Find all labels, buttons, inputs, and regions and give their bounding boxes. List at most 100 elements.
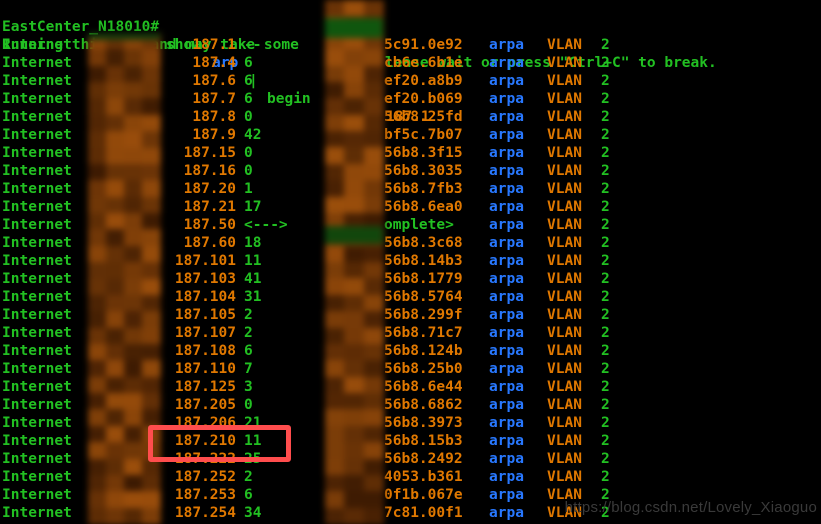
cell-vlan-id: 2: [601, 127, 610, 143]
cell-mac-address: cb6e.6b1e: [384, 55, 463, 71]
cell-interface: VLAN: [547, 271, 582, 287]
cell-ip-address: 187.101: [174, 253, 236, 269]
cell-interface: VLAN: [547, 433, 582, 449]
cell-interface: VLAN: [547, 361, 582, 377]
cell-mac-address: 56b8.6862: [384, 397, 463, 413]
cell-type: arpa: [489, 361, 524, 377]
cell-vlan-id: 2: [601, 451, 610, 467]
cell-age: 2: [244, 325, 253, 341]
table-row: Internet 187.107 2 56b8.71c7 arpa VLAN 2: [0, 324, 821, 342]
cell-vlan-id: 2: [601, 37, 610, 53]
cell-protocol: Internet: [2, 55, 72, 71]
cell-mac-address: 56b8.7fb3: [384, 181, 463, 197]
cell-protocol: Internet: [2, 343, 72, 359]
table-row: Internet 187.20 1 56b8.7fb3 arpa VLAN 2: [0, 180, 821, 198]
cell-protocol: Internet: [2, 37, 72, 53]
cell-interface: VLAN: [547, 181, 582, 197]
cell-interface: VLAN: [547, 217, 582, 233]
cell-vlan-id: 2: [601, 217, 610, 233]
table-row: Internet 187.222 25 56b8.2492 arpa VLAN 2: [0, 450, 821, 468]
cell-mac-address: 56b8.3035: [384, 163, 463, 179]
table-row: Internet 187.4 6 cb6e.6b1e arpa VLAN 2: [0, 54, 821, 72]
cell-vlan-id: 2: [601, 109, 610, 125]
cell-protocol: Internet: [2, 163, 72, 179]
cell-protocol: Internet: [2, 253, 72, 269]
cell-ip-address: 187.253: [174, 487, 236, 503]
cell-mac-address: 56b8.3f15: [384, 145, 463, 161]
cell-vlan-id: 2: [601, 73, 610, 89]
cell-ip-address: 187.1: [192, 37, 236, 53]
cell-mac-address: 56b8.299f: [384, 307, 463, 323]
cell-vlan-id: 2: [601, 415, 610, 431]
cell-type: arpa: [489, 451, 524, 467]
cell-ip-address: 187.60: [183, 235, 236, 251]
table-row: Internet 187.50 <---> omplete> arpa VLAN 2: [0, 216, 821, 234]
cell-interface: VLAN: [547, 379, 582, 395]
cell-age: 0: [244, 109, 253, 125]
cell-protocol: Internet: [2, 469, 72, 485]
cell-protocol: Internet: [2, 487, 72, 503]
cell-vlan-id: 2: [601, 145, 610, 161]
cell-mac-address: bf5c.7b07: [384, 127, 463, 143]
cell-vlan-id: 2: [601, 271, 610, 287]
cell-mac-address: 56b8.3c68: [384, 235, 463, 251]
cell-mac-address: 0f1b.067e: [384, 487, 463, 503]
cell-mac-address: 56b8.25b0: [384, 361, 463, 377]
cell-type: arpa: [489, 343, 524, 359]
cell-ip-address: 187.9: [192, 127, 236, 143]
cell-interface: VLAN: [547, 325, 582, 341]
highlight-rectangle: [148, 425, 291, 462]
cell-mac-address: 56b8.14b3: [384, 253, 463, 269]
cell-ip-address: 187.205: [174, 397, 236, 413]
cell-vlan-id: 2: [601, 379, 610, 395]
table-row: Internet 187.8 0 56b8.25fd arpa VLAN 2: [0, 108, 821, 126]
cell-protocol: Internet: [2, 235, 72, 251]
cell-protocol: Internet: [2, 91, 72, 107]
cell-age: 11: [244, 253, 262, 269]
cell-type: arpa: [489, 397, 524, 413]
cell-protocol: Internet: [2, 199, 72, 215]
cell-mac-address: 56b8.6e44: [384, 379, 463, 395]
cell-protocol: Internet: [2, 271, 72, 287]
cell-protocol: Internet: [2, 73, 72, 89]
cell-protocol: Internet: [2, 127, 72, 143]
cell-type: arpa: [489, 379, 524, 395]
cell-type: arpa: [489, 289, 524, 305]
cell-vlan-id: 2: [601, 199, 610, 215]
cell-vlan-id: 2: [601, 397, 610, 413]
cell-age: 2: [244, 307, 253, 323]
cell-vlan-id: 2: [601, 307, 610, 323]
cell-type: arpa: [489, 55, 524, 71]
table-row: Internet 187.125 3 56b8.6e44 arpa VLAN 2: [0, 378, 821, 396]
cell-ip-address: 187.107: [174, 325, 236, 341]
table-row: Internet 187.110 7 56b8.25b0 arpa VLAN 2: [0, 360, 821, 378]
cell-interface: VLAN: [547, 397, 582, 413]
cell-vlan-id: 2: [601, 289, 610, 305]
cell-protocol: Internet: [2, 109, 72, 125]
notice-line: Running this command may take some lease…: [0, 18, 821, 71]
cell-interface: VLAN: [547, 91, 582, 107]
cell-age: 0: [244, 397, 253, 413]
cell-vlan-id: 2: [601, 253, 610, 269]
cell-type: arpa: [489, 109, 524, 125]
cell-mac-address: 56b8.5764: [384, 289, 463, 305]
cell-interface: VLAN: [547, 37, 582, 53]
cell-type: arpa: [489, 505, 524, 521]
cell-mac-address: 7c81.00f1: [384, 505, 463, 521]
cell-interface: VLAN: [547, 253, 582, 269]
cell-interface: VLAN: [547, 145, 582, 161]
cell-age: 0: [244, 163, 253, 179]
cell-age: 18: [244, 235, 262, 251]
cell-ip-address: 187.125: [174, 379, 236, 395]
cell-vlan-id: 2: [601, 55, 610, 71]
cell-age: 31: [244, 289, 262, 305]
table-row: Internet 187.6 6 ef20.a8b9 arpa VLAN 2: [0, 72, 821, 90]
cell-mac-address: ef20.b069: [384, 91, 463, 107]
cell-age: 2: [244, 469, 253, 485]
cell-vlan-id: 2: [601, 91, 610, 107]
cell-protocol: Internet: [2, 505, 72, 521]
table-row: Internet 187.105 2 56b8.299f arpa VLAN 2: [0, 306, 821, 324]
cell-ip-address: 187.20: [183, 181, 236, 197]
cell-mac-address: 4053.b361: [384, 469, 463, 485]
cell-type: arpa: [489, 415, 524, 431]
